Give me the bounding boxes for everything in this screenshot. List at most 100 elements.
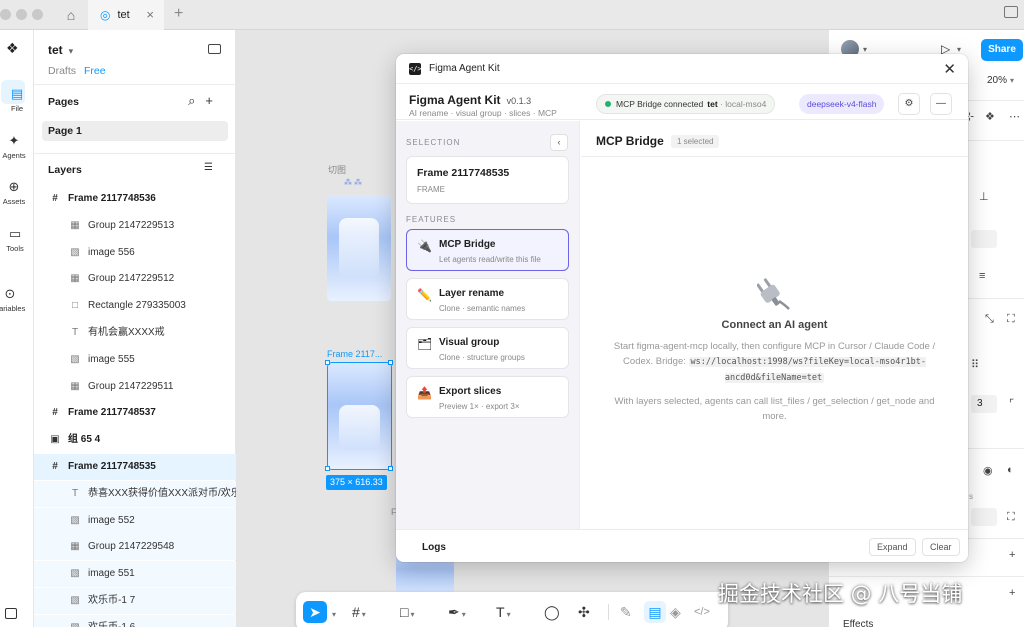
- frame-label[interactable]: 切图: [328, 163, 346, 176]
- expand-icon[interactable]: ⛶: [1007, 511, 1015, 524]
- layer-row[interactable]: ▧ 欢乐币-1 7: [34, 588, 236, 614]
- logs-title[interactable]: Logs: [422, 542, 446, 553]
- figma-logo-icon[interactable]: ❖: [6, 40, 19, 57]
- feature-card-export-slices[interactable]: 📤 Export slices Preview 1× · export 3×: [406, 376, 569, 418]
- more-icon[interactable]: ⋯: [1009, 110, 1020, 123]
- layer-row[interactable]: T 有机会赢XXXX戒: [34, 320, 236, 346]
- features-label: FEATURES: [406, 215, 457, 224]
- layers-filter-icon[interactable]: ☰: [204, 162, 223, 173]
- clear-logs-button[interactable]: Clear: [922, 538, 960, 556]
- add-page-icon[interactable]: +: [205, 93, 223, 108]
- close-window-button[interactable]: [0, 9, 11, 20]
- property-input[interactable]: 3: [971, 395, 997, 413]
- dev-mode-button[interactable]: </>: [694, 601, 710, 623]
- resize-handle[interactable]: [325, 466, 330, 471]
- grid-icon[interactable]: ⠿: [971, 358, 979, 371]
- layer-name: Group 2147229548: [88, 541, 175, 553]
- page-item[interactable]: Page 1: [42, 121, 228, 141]
- toggle-sidebar-icon[interactable]: [208, 44, 221, 54]
- plan-badge[interactable]: Free: [84, 65, 106, 77]
- fit-icon[interactable]: ⤡: [985, 313, 994, 326]
- plugin-titlebar[interactable]: </> Figma Agent Kit ✕: [396, 54, 968, 84]
- expand-logs-button[interactable]: Expand: [869, 538, 916, 556]
- file-tab[interactable]: ◎ tet ×: [88, 0, 164, 30]
- settings-button[interactable]: ⚙: [898, 93, 920, 115]
- layer-row-frame[interactable]: # Frame 2117748535: [34, 454, 236, 480]
- align-center-icon[interactable]: ≡: [979, 270, 985, 282]
- chevron-down-icon[interactable]: ▾: [957, 45, 961, 54]
- visibility-eye-icon[interactable]: ◉: [983, 464, 993, 477]
- zoom-window-button[interactable]: [32, 9, 43, 20]
- mask-icon[interactable]: ❖: [985, 110, 995, 123]
- shape-tool-button[interactable]: □ ▾: [400, 601, 414, 623]
- share-button[interactable]: Share: [981, 39, 1023, 61]
- rail-item-assets[interactable]: ⊕ Assets: [0, 179, 34, 206]
- actions-button[interactable]: ✣: [578, 601, 590, 623]
- close-tab-icon[interactable]: ×: [146, 7, 154, 22]
- minimize-window-button[interactable]: [16, 9, 27, 20]
- layer-row-frame[interactable]: # Frame 2117748536: [34, 186, 236, 212]
- draw-mode-button[interactable]: ✎: [620, 601, 632, 623]
- selected-frame-label[interactable]: Frame 2117...: [327, 349, 382, 359]
- selection-card[interactable]: Frame 2117748535 FRAME: [406, 156, 569, 204]
- rail-item-variables[interactable]: ⊙ Variables: [0, 286, 34, 313]
- feature-card-mcp-bridge[interactable]: 🔌 MCP Bridge Let agents read/write this fi…: [406, 229, 569, 271]
- add-icon[interactable]: +: [1009, 549, 1015, 561]
- opacity-drop-icon[interactable]: ◐: [1007, 464, 1014, 476]
- comment-tool-button[interactable]: ◯: [544, 601, 560, 623]
- layer-row[interactable]: ▦ Group 2147229548: [34, 534, 236, 561]
- layer-row-frame[interactable]: ▣ 组 65 4: [34, 427, 236, 453]
- add-icon[interactable]: +: [1009, 587, 1015, 599]
- layer-name: image 552: [88, 514, 135, 526]
- bridge-url-code[interactable]: ws://localhost:1998/ws?fileKey=local-mso…: [688, 357, 926, 383]
- align-bottom-icon[interactable]: ⊥: [979, 190, 989, 203]
- resize-handle[interactable]: [388, 360, 393, 365]
- minimize-panel-button[interactable]: —: [930, 93, 952, 115]
- layer-row[interactable]: ▧ image 552: [34, 507, 236, 534]
- layer-row[interactable]: □ Rectangle 279335003: [34, 293, 236, 319]
- search-icon[interactable]: ⌕: [188, 93, 205, 108]
- resize-handle[interactable]: [388, 466, 393, 471]
- file-name-menu[interactable]: tet ▾: [48, 43, 73, 57]
- layer-row[interactable]: ▦ Group 2147229512: [34, 266, 236, 292]
- layer-row[interactable]: ▦ Group 2147229513: [34, 213, 236, 239]
- layer-row[interactable]: ▧ image 551: [34, 561, 236, 588]
- text-tool-button[interactable]: T ▾: [496, 601, 511, 623]
- new-tab-button[interactable]: +: [174, 5, 183, 23]
- property-input[interactable]: [971, 230, 997, 248]
- layer-row[interactable]: ▧ 欢乐币-1 6: [34, 614, 236, 627]
- chevron-down-icon[interactable]: ▾: [863, 45, 867, 54]
- design-mode-button[interactable]: ▤: [644, 601, 666, 623]
- rail-item-tools[interactable]: ▭ Tools: [0, 226, 34, 253]
- zoom-menu[interactable]: 20% ▾: [987, 75, 1014, 86]
- selected-node-name: Frame 2117748535: [417, 167, 510, 179]
- frame-thumbnail[interactable]: [327, 195, 391, 301]
- move-tool-button[interactable]: ➤: [303, 601, 327, 623]
- home-tab[interactable]: ⌂: [56, 0, 86, 30]
- rail-label: Variables: [0, 304, 26, 313]
- help-icon[interactable]: [5, 608, 17, 619]
- corner-radius-icon[interactable]: ⌜: [1009, 397, 1014, 410]
- frame-tool-button[interactable]: # ▾: [352, 601, 366, 623]
- move-tool-dropdown[interactable]: ▾: [330, 601, 336, 623]
- resize-handle[interactable]: [325, 360, 330, 365]
- rail-item-file[interactable]: ▤ File: [0, 86, 34, 113]
- property-input[interactable]: [971, 508, 997, 526]
- drafts-link[interactable]: Drafts: [48, 65, 76, 77]
- layer-row[interactable]: ▧ image 556: [34, 240, 236, 266]
- layer-row[interactable]: ▧ image 555: [34, 347, 236, 373]
- collapse-sidebar-button[interactable]: ‹: [550, 134, 568, 151]
- pen-tool-button[interactable]: ✒ ▾: [448, 601, 466, 623]
- window-layout-icon[interactable]: [1004, 6, 1018, 18]
- layer-row[interactable]: ▦ Group 2147229511: [34, 374, 236, 400]
- close-icon[interactable]: ✕: [943, 60, 956, 78]
- prototype-mode-button[interactable]: ◈: [670, 601, 681, 623]
- selected-frame-thumbnail[interactable]: [327, 362, 392, 470]
- rail-item-agents[interactable]: ✦ Agents: [0, 133, 34, 160]
- feature-card-visual-group[interactable]: 🗂 Visual group Clone · structure groups: [406, 327, 569, 369]
- model-pill[interactable]: deepseek-v4-flash: [799, 94, 885, 114]
- layer-row[interactable]: T 恭喜XXX获得价值XXX派对币/欢乐豆: [34, 480, 236, 507]
- resize-icon[interactable]: ⛶: [1007, 313, 1015, 326]
- layer-row-frame[interactable]: # Frame 2117748537: [34, 400, 236, 426]
- feature-card-layer-rename[interactable]: ✏️ Layer rename Clone · semantic names: [406, 278, 569, 320]
